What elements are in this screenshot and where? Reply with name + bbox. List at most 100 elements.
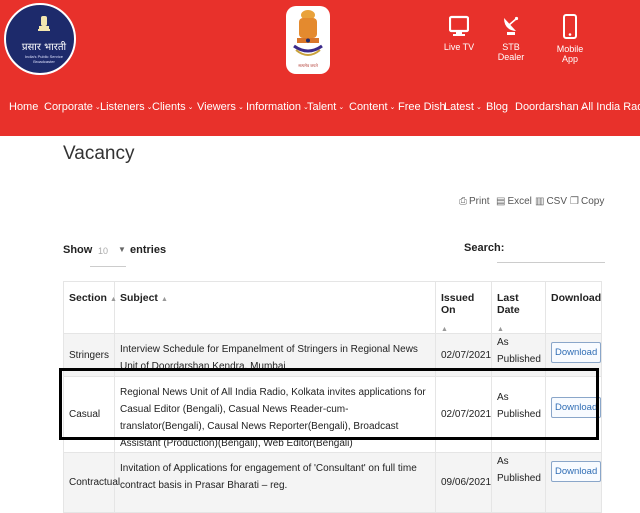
excel-file-icon: ▤ bbox=[496, 196, 506, 207]
nav-content[interactable]: Content ⌄ bbox=[349, 101, 395, 113]
table-row: Contractual Invitation of Applications f… bbox=[63, 452, 602, 513]
search-input[interactable] bbox=[497, 236, 605, 263]
stb-dealer-link[interactable]: STB Dealer bbox=[490, 14, 532, 62]
nav-clients[interactable]: Clients ⌄ bbox=[152, 101, 194, 113]
ashoka-emblem-icon bbox=[293, 10, 323, 56]
show-label: Show bbox=[63, 244, 93, 256]
table-row: Stringers Interview Schedule for Empanel… bbox=[63, 333, 602, 377]
header-subject[interactable]: Subject ▲ bbox=[114, 281, 436, 334]
header-label: Last Date bbox=[497, 292, 520, 316]
nav-listeners[interactable]: Listeners ⌄ bbox=[100, 101, 153, 113]
sort-asc-icon: ▲ bbox=[109, 296, 117, 303]
last-date-cell: As Published bbox=[491, 452, 546, 513]
download-cell: Download bbox=[545, 376, 602, 453]
table-row: Casual Regional News Unit of All India R… bbox=[63, 376, 602, 453]
print-button[interactable]: ⎙ Print bbox=[459, 196, 490, 207]
nav-talent[interactable]: Talent ⌄ bbox=[307, 101, 344, 113]
prasar-bharati-logo[interactable]: प्रसार भारती India's Public Service Broa… bbox=[4, 3, 76, 75]
nav-corporate[interactable]: Corporate ⌄ bbox=[44, 101, 101, 113]
header-label: Section bbox=[69, 292, 107, 304]
last-date-cell: As Published bbox=[491, 333, 546, 377]
copy-button[interactable]: ❐ Copy bbox=[570, 196, 604, 207]
nav-label: Viewers bbox=[197, 101, 236, 113]
chevron-down-icon: ⌄ bbox=[475, 104, 482, 111]
header-download: Download bbox=[545, 281, 602, 334]
nav-label: Information bbox=[246, 101, 302, 113]
download-button[interactable]: Download bbox=[551, 461, 602, 482]
nav-label: Content bbox=[349, 101, 388, 113]
nav-viewers[interactable]: Viewers ⌄ bbox=[197, 101, 244, 113]
issued-cell: 02/07/2021 bbox=[435, 376, 492, 453]
nav-label: Blog bbox=[486, 101, 509, 113]
printer-icon: ⎙ bbox=[459, 196, 467, 207]
issued-cell: 09/06/2021 bbox=[435, 452, 492, 513]
nav-label: Clients bbox=[152, 101, 186, 113]
chevron-down-icon: ⌄ bbox=[187, 104, 194, 111]
download-cell: Download bbox=[545, 452, 602, 513]
logo-text: प्रसार भारती bbox=[21, 42, 67, 53]
sort-asc-icon: ▲ bbox=[441, 326, 448, 333]
nav-free-dish[interactable]: Free Dish bbox=[398, 101, 446, 113]
csv-button[interactable]: ▥ CSV bbox=[535, 196, 567, 207]
vacancy-table: Section ▲ Subject ▲ Issued On ▲ Last Date ▲ … bbox=[63, 281, 602, 513]
print-label: Print bbox=[469, 196, 490, 207]
download-button[interactable]: Download bbox=[551, 397, 602, 418]
nav-label: Free Dish bbox=[398, 101, 446, 113]
nav-label: Home bbox=[9, 101, 39, 113]
nav-blog[interactable]: Blog bbox=[486, 101, 508, 113]
emblem-caption: सत्यमेव जयते bbox=[298, 63, 318, 68]
subject-cell: Regional News Unit of All India Radio, K… bbox=[114, 376, 436, 453]
chevron-down-icon: ⌄ bbox=[237, 104, 244, 111]
entries-select[interactable]: 10 ▼ bbox=[90, 240, 126, 267]
download-cell: Download bbox=[545, 333, 602, 377]
header-label: Issued On bbox=[441, 292, 475, 316]
live-tv-link[interactable]: Live TV bbox=[440, 14, 478, 52]
nav-doordarshan[interactable]: Doordarshan ⌄ bbox=[515, 101, 586, 113]
nav-label: Listeners bbox=[100, 101, 145, 113]
nav-label: Doordarshan bbox=[515, 101, 579, 113]
copy-icon: ❐ bbox=[570, 196, 579, 207]
nav-home[interactable]: Home bbox=[9, 101, 38, 113]
mobile-app-label: Mobile App bbox=[556, 44, 584, 64]
main-nav: Home Corporate ⌄ Listeners ⌄ Clients ⌄ View… bbox=[0, 80, 640, 136]
excel-label: Excel bbox=[507, 196, 532, 207]
section-cell: Contractual bbox=[63, 452, 120, 513]
section-cell: Casual bbox=[63, 376, 115, 453]
nav-label: Corporate bbox=[44, 101, 93, 113]
page-title: Vacancy bbox=[63, 143, 135, 164]
subject-cell: Invitation of Applications for engagemen… bbox=[114, 452, 436, 513]
entries-label: entries bbox=[130, 244, 167, 256]
excel-button[interactable]: ▤ Excel bbox=[496, 196, 532, 207]
sort-asc-icon: ▲ bbox=[497, 326, 504, 333]
caret-down-icon: ▼ bbox=[118, 245, 126, 254]
nav-label: All India Radio bbox=[581, 101, 640, 113]
csv-label: CSV bbox=[546, 196, 568, 207]
logo-emblem-icon bbox=[38, 16, 50, 31]
last-date-cell: As Published bbox=[491, 376, 546, 453]
entries-value: 10 bbox=[98, 246, 109, 256]
top-header: प्रसार भारती India's Public Service Broa… bbox=[0, 0, 640, 80]
logo-subtext: India's Public Service Broadcaster bbox=[25, 54, 63, 64]
stb-dealer-label: STB Dealer bbox=[497, 42, 525, 62]
nav-label: Talent bbox=[307, 101, 337, 113]
mobile-app-link[interactable]: Mobile App bbox=[548, 14, 592, 64]
nav-label: Latest bbox=[444, 101, 474, 113]
satellite-dish-icon bbox=[504, 16, 519, 35]
nav-all-india-radio[interactable]: All India Radio bbox=[581, 101, 640, 113]
mobile-phone-icon bbox=[563, 14, 577, 39]
chevron-down-icon: ⌄ bbox=[389, 104, 396, 111]
sort-asc-icon: ▲ bbox=[160, 296, 168, 303]
header-issued-on[interactable]: Issued On ▲ bbox=[435, 281, 492, 334]
live-tv-label: Live TV bbox=[443, 42, 475, 52]
section-cell: Stringers bbox=[63, 333, 115, 377]
table-header-row: Section ▲ Subject ▲ Issued On ▲ Last Date ▲ … bbox=[63, 281, 602, 334]
header-label: Download bbox=[551, 292, 602, 304]
copy-label: Copy bbox=[580, 196, 605, 207]
nav-information[interactable]: Information ⌄ bbox=[246, 101, 309, 113]
header-section[interactable]: Section ▲ bbox=[63, 281, 117, 334]
download-button[interactable]: Download bbox=[551, 342, 602, 363]
issued-cell: 02/07/2021 bbox=[435, 333, 492, 377]
header-last-date[interactable]: Last Date ▲ bbox=[491, 281, 546, 334]
nav-latest[interactable]: Latest ⌄ bbox=[444, 101, 482, 113]
csv-file-icon: ▥ bbox=[535, 196, 545, 207]
